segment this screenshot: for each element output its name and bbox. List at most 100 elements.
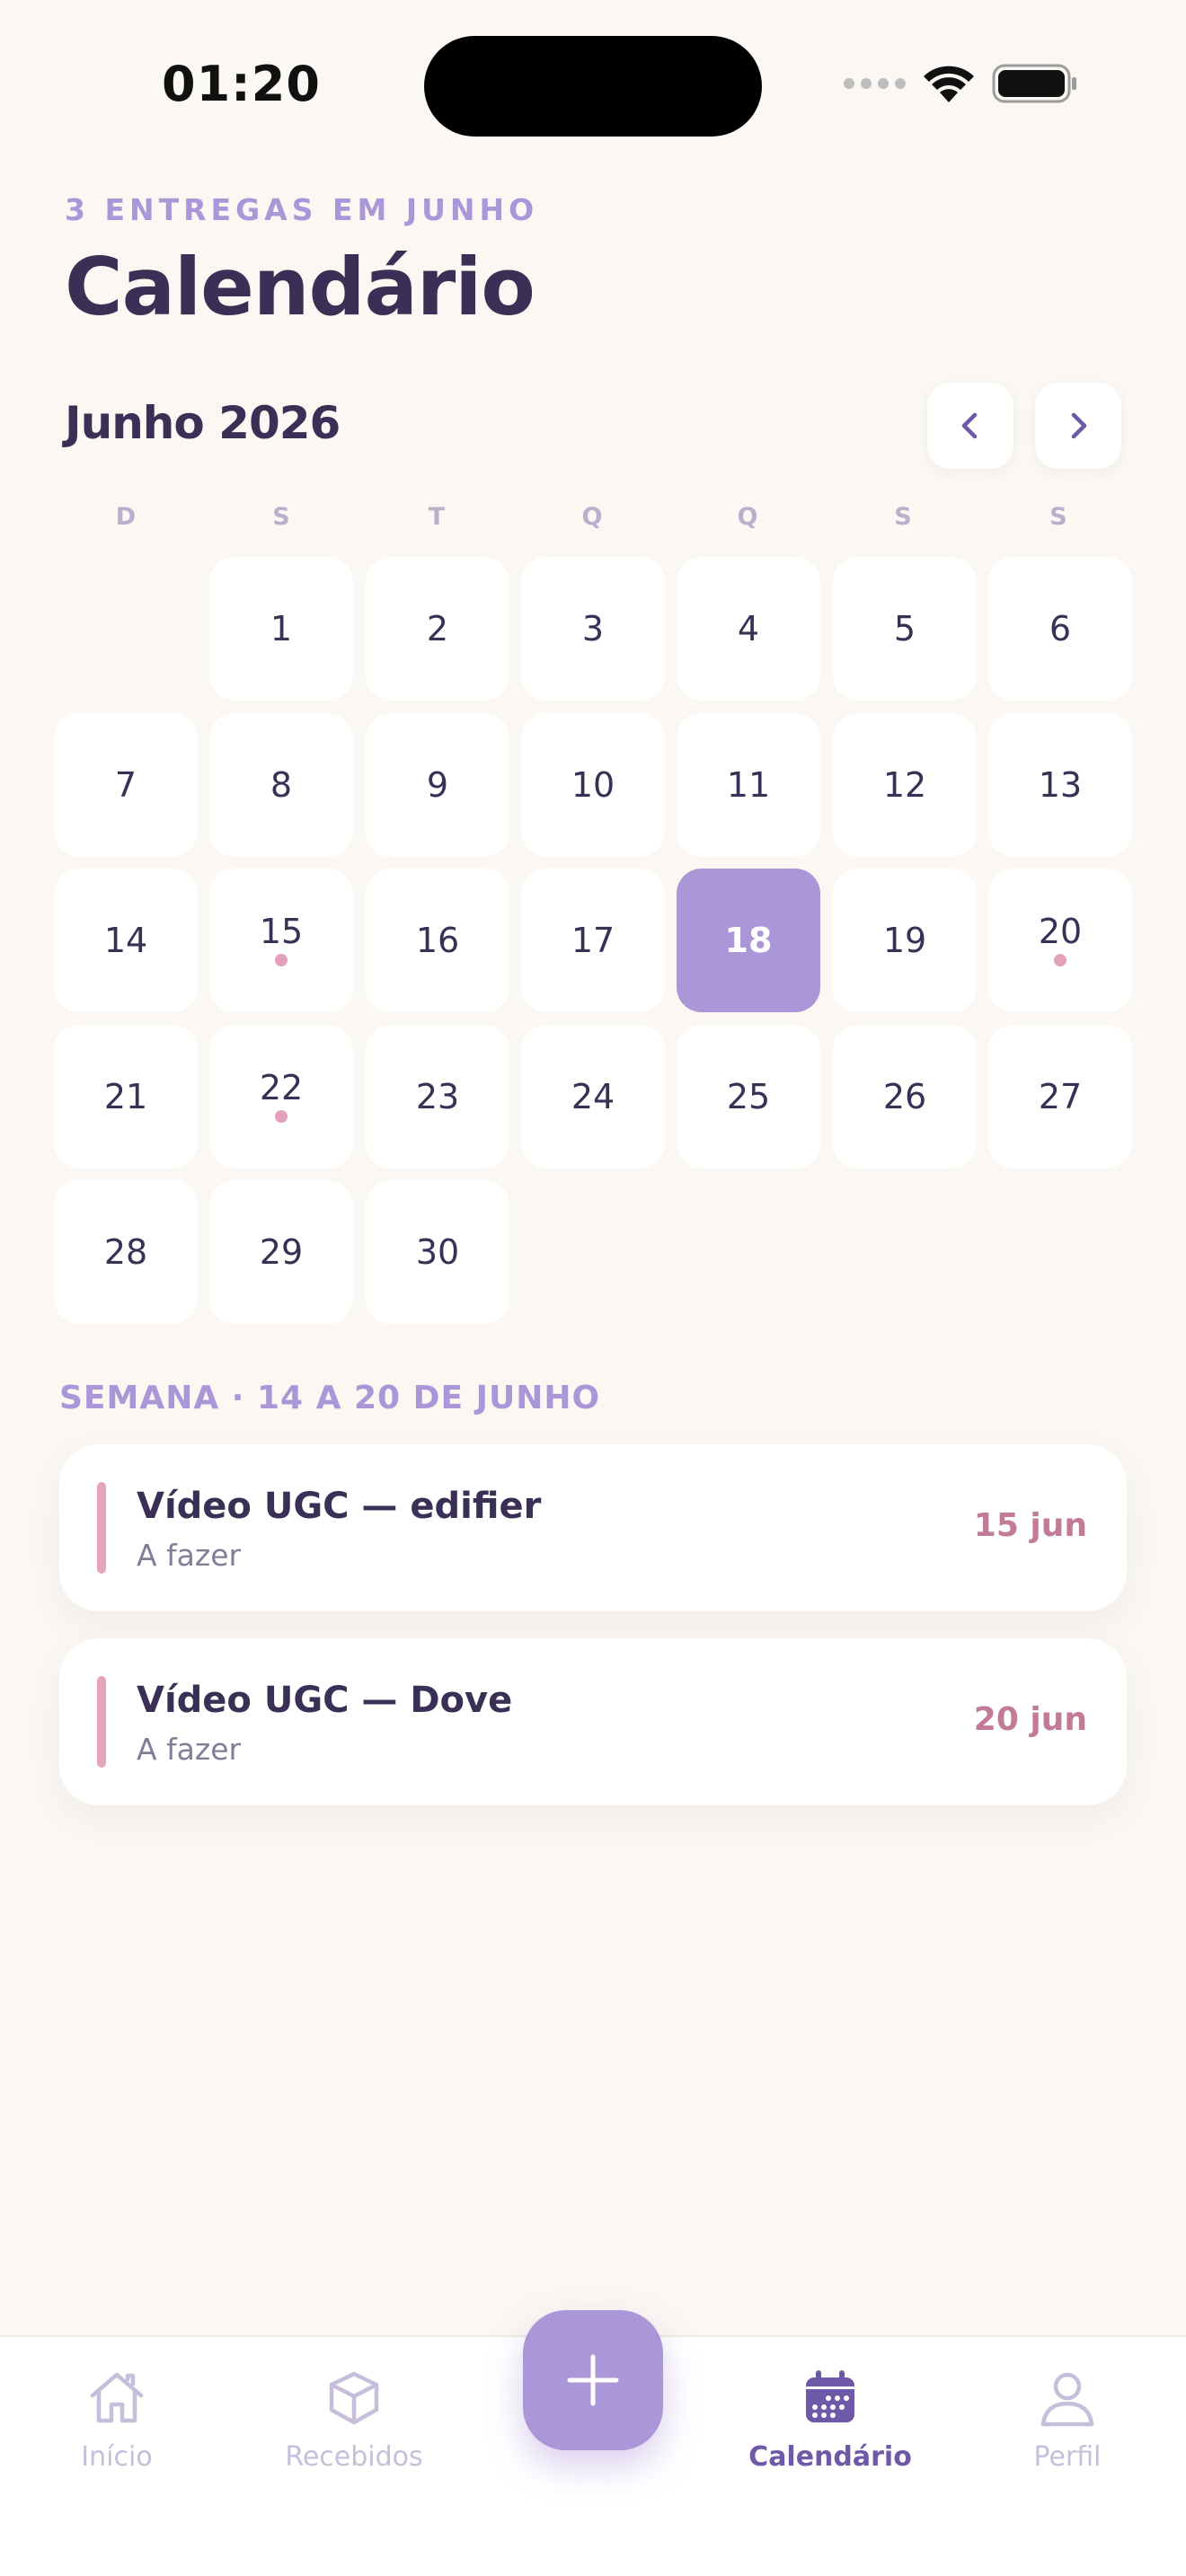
day-number: 7: [114, 765, 137, 805]
calendar-day[interactable]: 14: [54, 869, 198, 1012]
day-number: 16: [415, 921, 460, 960]
task-status: A fazer: [137, 1732, 242, 1767]
status-icons: [844, 63, 1078, 104]
status-time: 01:20: [162, 56, 321, 112]
day-number: 17: [571, 921, 615, 960]
day-number: 27: [1038, 1077, 1083, 1116]
tab-label: Perfil: [1033, 2441, 1102, 2473]
day-number: 6: [1049, 609, 1072, 648]
day-number: 13: [1038, 765, 1083, 805]
box-icon: [329, 2371, 379, 2425]
weekday-label: Q: [581, 503, 603, 531]
calendar-day[interactable]: 30: [366, 1180, 509, 1324]
day-number: 18: [724, 921, 773, 960]
calendar-day[interactable]: 28: [54, 1180, 198, 1324]
tab-inicio[interactable]: Início: [18, 2364, 216, 2473]
task-marker: [97, 1676, 106, 1768]
weekday-label: Q: [737, 503, 758, 531]
calendar-day[interactable]: 12: [833, 713, 977, 857]
day-number: 10: [571, 765, 615, 805]
task-marker: [97, 1482, 106, 1574]
calendar-day[interactable]: 26: [833, 1025, 977, 1169]
task-indicator-dot: [275, 1110, 288, 1123]
tab-perfil[interactable]: Perfil: [969, 2364, 1166, 2473]
calendar-day[interactable]: 4: [677, 557, 820, 701]
calendar-day[interactable]: 10: [521, 713, 665, 857]
chevron-right-icon: [1071, 412, 1087, 439]
next-month-button[interactable]: [1035, 383, 1121, 469]
user-icon: [1040, 2372, 1094, 2427]
day-number: 3: [581, 609, 605, 648]
calendar-day[interactable]: 22: [209, 1025, 353, 1169]
tab-label: Calendário: [748, 2441, 912, 2473]
calendar-day[interactable]: 23: [366, 1025, 509, 1169]
signal-icon: [844, 78, 906, 89]
week-range-label: SEMANA · 14 A 20 DE JUNHO: [59, 1380, 601, 1416]
calendar-day[interactable]: 8: [209, 713, 353, 857]
day-number: 8: [270, 765, 293, 805]
calendar-screen: 01:20 3 ENTREGAS EM JUNHO Calendário Jun…: [0, 0, 1186, 2576]
home-icon: [90, 2372, 144, 2423]
task-title: Vídeo UGC — edifier: [137, 1486, 542, 1527]
deliveries-count: 3 ENTREGAS EM JUNHO: [65, 192, 539, 227]
calendar-day[interactable]: 3: [521, 557, 665, 701]
calendar-day[interactable]: 13: [988, 713, 1132, 857]
day-number: 5: [893, 609, 916, 648]
calendar-day[interactable]: 11: [677, 713, 820, 857]
calendar-day[interactable]: 9: [366, 713, 509, 857]
tab-label: Início: [81, 2441, 153, 2473]
task-card[interactable]: Vídeo UGC — Dove A fazer 20 jun: [59, 1638, 1127, 1805]
calendar-day[interactable]: 17: [521, 869, 665, 1012]
wifi-icon: [924, 66, 974, 102]
weekday-label: D: [115, 503, 137, 531]
day-number: 25: [726, 1077, 771, 1116]
calendar-day[interactable]: 5: [833, 557, 977, 701]
task-title: Vídeo UGC — Dove: [137, 1680, 513, 1721]
calendar-day[interactable]: 21: [54, 1025, 198, 1169]
calendar-day[interactable]: 20: [988, 869, 1132, 1012]
calendar-day[interactable]: 19: [833, 869, 977, 1012]
previous-month-button[interactable]: [927, 383, 1013, 469]
calendar-day-selected[interactable]: 18: [677, 869, 820, 1012]
calendar-day[interactable]: 27: [988, 1025, 1132, 1169]
dynamic-island: [424, 36, 762, 137]
page-title: Calendário: [65, 241, 535, 333]
calendar-day[interactable]: 7: [54, 713, 198, 857]
chevron-left-icon: [961, 412, 978, 439]
day-number: 21: [103, 1077, 148, 1116]
calendar-day[interactable]: 16: [366, 869, 509, 1012]
calendar-day[interactable]: 15: [209, 869, 353, 1012]
calendar-day[interactable]: 6: [988, 557, 1132, 701]
calendar-day[interactable]: 1: [209, 557, 353, 701]
day-number: 30: [415, 1232, 460, 1272]
calendar-day[interactable]: 24: [521, 1025, 665, 1169]
calendar-day[interactable]: 29: [209, 1180, 353, 1324]
weekday-label: S: [1049, 503, 1067, 531]
day-number: 9: [426, 765, 449, 805]
calendar-day[interactable]: 25: [677, 1025, 820, 1169]
tab-calendario[interactable]: Calendário: [731, 2364, 929, 2473]
day-number: 11: [726, 765, 771, 805]
task-status: A fazer: [137, 1538, 242, 1573]
day-number: 14: [103, 921, 148, 960]
task-date: 20 jun: [973, 1701, 1087, 1738]
tab-recebidos[interactable]: Recebidos: [255, 2364, 453, 2473]
battery-icon: [992, 64, 1076, 103]
day-number: 12: [882, 765, 927, 805]
calendar-grid: 1 2 3 4 5 6 7 8 9 10 11 12 13 14 15 16 17 18 19 20 21 22 23 24 2…: [54, 557, 1132, 1324]
day-number: 19: [882, 921, 927, 960]
day-number: 24: [571, 1077, 615, 1116]
day-number: 23: [415, 1077, 460, 1116]
calendar-icon: [806, 2370, 854, 2422]
weekday-label: S: [272, 503, 290, 531]
month-label: Junho 2026: [65, 397, 341, 449]
add-button[interactable]: [523, 2310, 663, 2450]
task-indicator-dot: [275, 954, 288, 966]
task-card[interactable]: Vídeo UGC — edifier A fazer 15 jun: [59, 1444, 1127, 1611]
day-number: 4: [737, 609, 760, 648]
day-number: 1: [270, 609, 293, 648]
calendar-day[interactable]: 2: [366, 557, 509, 701]
day-number: 15: [259, 912, 304, 951]
day-number: 2: [426, 609, 449, 648]
day-number: 20: [1038, 912, 1083, 951]
